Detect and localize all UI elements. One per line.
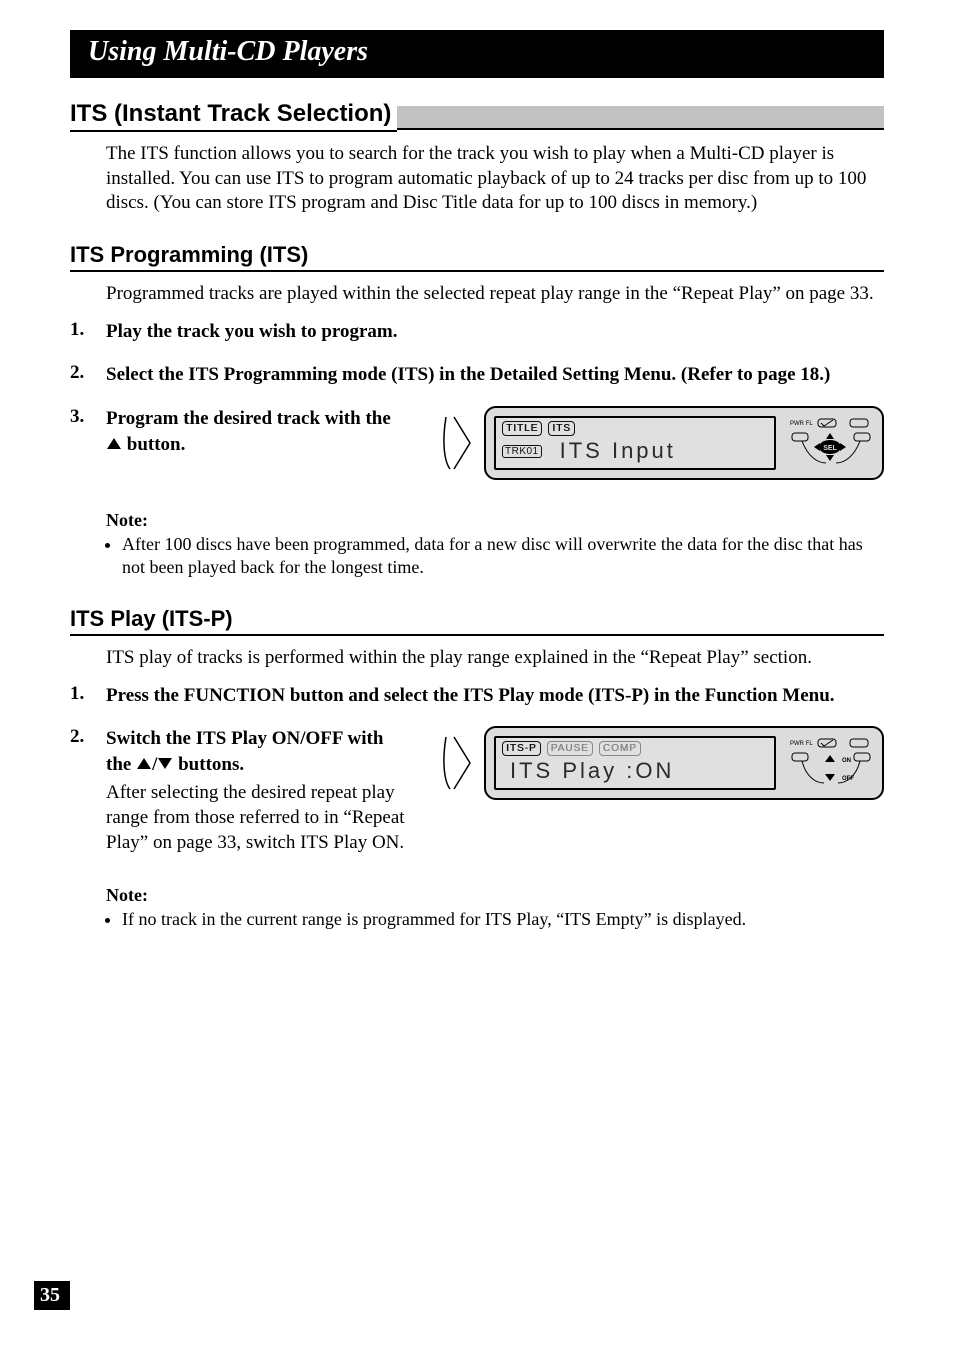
- svg-text:ON: ON: [842, 758, 851, 764]
- svg-text:PWR FL: PWR FL: [790, 741, 813, 747]
- its-prog-steps: Play the track you wish to program. Sele…: [70, 319, 884, 480]
- page-number: 35: [34, 1281, 70, 1310]
- trk-badge: TRK01: [502, 445, 542, 458]
- its-prog-step-2: Select the ITS Programming mode (ITS) in…: [70, 362, 884, 388]
- note-list: After 100 discs have been programmed, da…: [106, 533, 884, 580]
- lcd-figure-its-input: TITLE ITS TRK01 ITS Input PWR: [440, 406, 884, 480]
- section-its-play-title: ITS Play (ITS-P): [70, 606, 884, 636]
- up-triangle-icon: [107, 438, 121, 449]
- note-item: After 100 discs have been programmed, da…: [122, 533, 884, 580]
- lcd-panel: ITS-P PAUSE COMP ITS Play :ON: [484, 726, 884, 800]
- lcd-control-diagram: PWR FL: [788, 417, 874, 469]
- section-its-heading: ITS (Instant Track Selection): [70, 100, 884, 130]
- lcd-control-diagram: PWR FL ON: [788, 737, 874, 789]
- its-badge: ITS: [548, 421, 575, 436]
- lcd-main-text: ITS Input: [560, 438, 676, 464]
- its-play-steps: Press the FUNCTION button and select the…: [70, 683, 884, 856]
- lcd-main-text: ITS Play :ON: [510, 758, 674, 784]
- step-text: Select the ITS Programming mode (ITS) in…: [106, 362, 884, 388]
- title-badge: TITLE: [502, 421, 542, 436]
- note-list: If no track in the current range is prog…: [106, 908, 884, 931]
- its-prog-step-3: Program the desired track with the butto…: [70, 406, 884, 480]
- note-item: If no track in the current range is prog…: [122, 908, 884, 931]
- lcd-figure-its-play: ITS-P PAUSE COMP ITS Play :ON: [440, 726, 884, 800]
- step-text: Play the track you wish to program.: [106, 319, 884, 345]
- note-title: Note:: [106, 510, 884, 531]
- up-triangle-icon: [137, 758, 151, 769]
- its-prog-intro: Programmed tracks are played within the …: [106, 282, 884, 307]
- comp-badge: COMP: [599, 741, 641, 756]
- pointer-icon: [440, 731, 474, 795]
- step-sub-text: After selecting the desired repeat play …: [106, 781, 406, 855]
- its-play-step-2: Switch the ITS Play ON/OFF with the / bu…: [70, 726, 884, 855]
- page: Using Multi-CD Players ITS (Instant Trac…: [0, 0, 954, 1330]
- step-text: Press the FUNCTION button and select the…: [106, 683, 884, 709]
- chapter-title-bar: Using Multi-CD Players: [70, 30, 884, 78]
- its-prog-step-1: Play the track you wish to program.: [70, 319, 884, 345]
- section-its-title: ITS (Instant Track Selection): [70, 100, 397, 132]
- note-title: Note:: [106, 885, 884, 906]
- its-prog-note: Note: After 100 discs have been programm…: [106, 510, 884, 580]
- step-text: Program the desired track with the butto…: [106, 406, 406, 457]
- its-play-intro: ITS play of tracks is performed within t…: [106, 646, 884, 671]
- step-text: Switch the ITS Play ON/OFF with the / bu…: [106, 726, 406, 777]
- svg-text:OFF: OFF: [842, 776, 854, 782]
- section-its-prog-title: ITS Programming (ITS): [70, 242, 884, 272]
- lcd-panel: TITLE ITS TRK01 ITS Input PWR: [484, 406, 884, 480]
- chapter-title: Using Multi-CD Players: [88, 36, 368, 67]
- pause-badge: PAUSE: [547, 741, 593, 756]
- pointer-icon: [440, 411, 474, 475]
- svg-text:SEL: SEL: [823, 445, 837, 452]
- its-play-step-1: Press the FUNCTION button and select the…: [70, 683, 884, 709]
- itsp-badge: ITS-P: [502, 741, 541, 756]
- its-intro-paragraph: The ITS function allows you to search fo…: [106, 142, 884, 216]
- down-triangle-icon: [158, 758, 172, 769]
- its-play-note: Note: If no track in the current range i…: [106, 885, 884, 931]
- lcd-screen: ITS-P PAUSE COMP ITS Play :ON: [494, 736, 776, 790]
- svg-text:PWR FL: PWR FL: [790, 421, 813, 427]
- lcd-screen: TITLE ITS TRK01 ITS Input: [494, 416, 776, 470]
